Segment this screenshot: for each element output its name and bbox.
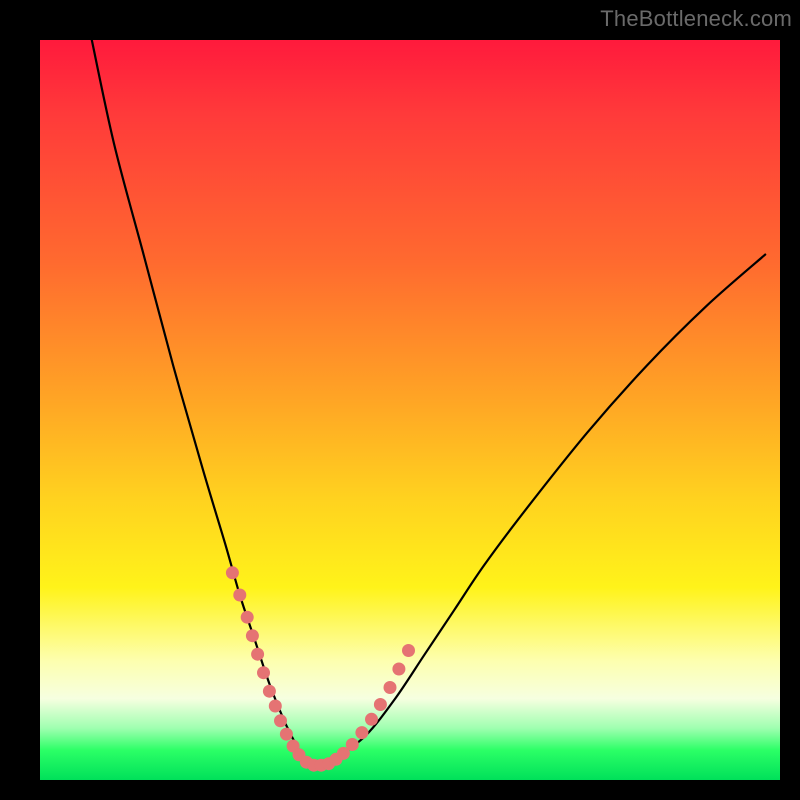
highlight-dot [233, 589, 246, 602]
highlight-dot [251, 648, 264, 661]
highlight-dot [226, 566, 239, 579]
highlight-dot [384, 681, 397, 694]
highlight-dots-group [226, 566, 415, 771]
highlight-dot [269, 700, 282, 713]
highlight-dot [346, 738, 359, 751]
watermark-text: TheBottleneck.com [600, 6, 792, 32]
highlight-dot [402, 644, 415, 657]
highlight-dot [257, 666, 270, 679]
highlight-dot [274, 714, 287, 727]
highlight-dot [365, 713, 378, 726]
highlight-dot [263, 685, 276, 698]
highlight-dot [355, 726, 368, 739]
highlight-dot [280, 728, 293, 741]
highlight-dot [246, 629, 259, 642]
highlight-dot [374, 698, 387, 711]
chart-frame: TheBottleneck.com [0, 0, 800, 800]
chart-overlay-svg [40, 40, 780, 780]
highlight-dot [241, 611, 254, 624]
bottleneck-curve [92, 40, 765, 767]
highlight-dot [392, 663, 405, 676]
